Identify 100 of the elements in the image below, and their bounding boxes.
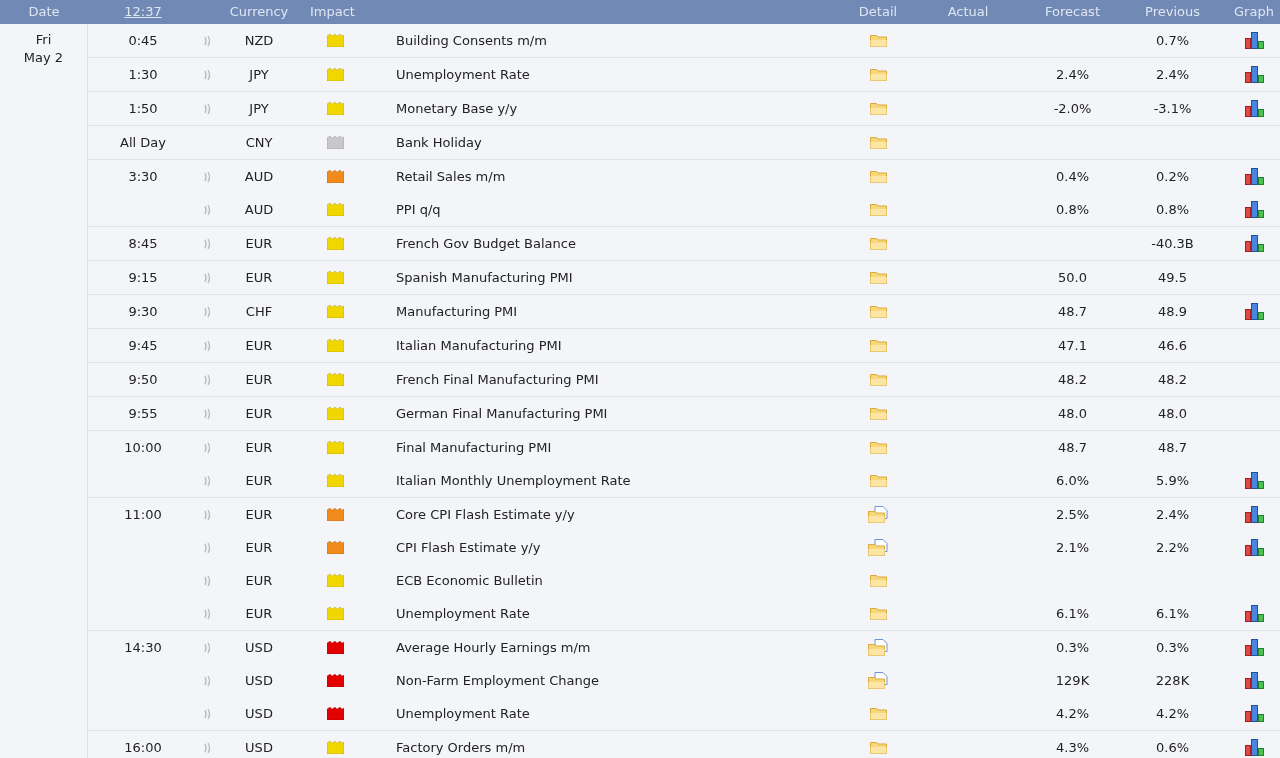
sound-icon[interactable] [204, 541, 212, 554]
folder-icon[interactable] [869, 373, 887, 386]
bar-chart-icon[interactable] [1244, 539, 1264, 556]
folder-icon[interactable] [869, 305, 887, 318]
event-title[interactable]: Bank Holiday [396, 134, 482, 150]
folder-icon[interactable] [869, 102, 887, 115]
time-cell-text: 1:50 [128, 99, 158, 118]
bar-chart-icon[interactable] [1244, 605, 1264, 622]
sound-icon[interactable] [204, 674, 212, 687]
sound-icon[interactable] [204, 305, 212, 318]
event-title[interactable]: Spanish Manufacturing PMI [396, 269, 573, 285]
event-title[interactable]: ECB Economic Bulletin [396, 572, 543, 588]
column-header: Date [28, 3, 60, 22]
folder-icon[interactable] [869, 34, 887, 47]
sound-icon[interactable] [204, 641, 212, 654]
folder-icon[interactable] [869, 607, 887, 620]
sound-icon[interactable] [204, 707, 212, 720]
folder-icon[interactable] [869, 707, 887, 720]
folder-icon[interactable] [869, 741, 887, 754]
previous-cell-text: 228K [1155, 671, 1190, 690]
forecast-cell-text: 0.8% [1056, 200, 1089, 219]
forecast-cell-text: 2.1% [1056, 538, 1089, 557]
time-cell-text: 3:30 [128, 167, 158, 186]
sound-icon[interactable] [204, 373, 212, 386]
time-cell-text: 9:55 [128, 404, 158, 423]
sound-icon[interactable] [204, 407, 212, 420]
sound-icon[interactable] [204, 741, 212, 754]
currency-cell-text: CHF [245, 302, 273, 321]
event-title[interactable]: German Final Manufacturing PMI [396, 405, 608, 421]
currency-cell-text: JPY [249, 65, 269, 84]
event-title[interactable]: French Gov Budget Balance [396, 235, 576, 251]
folder-icon[interactable] [869, 441, 887, 454]
event-title[interactable]: Italian Monthly Unemployment Rate [396, 472, 631, 488]
sound-icon[interactable] [204, 574, 212, 587]
folder-icon[interactable] [869, 237, 887, 250]
folder-document-icon[interactable] [868, 672, 888, 689]
event-title[interactable]: Manufacturing PMI [396, 303, 518, 319]
folder-icon[interactable] [869, 339, 887, 352]
sound-icon[interactable] [204, 271, 212, 284]
bar-chart-icon[interactable] [1244, 100, 1264, 117]
bar-chart-icon[interactable] [1244, 66, 1264, 83]
sound-icon[interactable] [204, 474, 212, 487]
event-title[interactable]: French Final Manufacturing PMI [396, 371, 599, 387]
event-title[interactable]: CPI Flash Estimate y/y [396, 539, 541, 555]
folder-icon[interactable] [869, 407, 887, 420]
folder-document-icon[interactable] [868, 639, 888, 656]
event-title[interactable]: PPI q/q [396, 201, 441, 217]
bar-chart-icon[interactable] [1244, 739, 1264, 756]
event-title[interactable]: Final Manufacturing PMI [396, 439, 552, 455]
previous-cell-text: -3.1% [1153, 99, 1192, 118]
event-title[interactable]: Factory Orders m/m [396, 739, 526, 755]
folder-icon[interactable] [869, 474, 887, 487]
folder-document-icon[interactable] [868, 539, 888, 556]
event-title[interactable]: Retail Sales m/m [396, 168, 506, 184]
previous-cell-text: 5.9% [1156, 471, 1189, 490]
bar-chart-icon[interactable] [1244, 32, 1264, 49]
event-title[interactable]: Unemployment Rate [396, 605, 530, 621]
bar-chart-icon[interactable] [1244, 506, 1264, 523]
folder-icon[interactable] [869, 68, 887, 81]
bar-chart-icon[interactable] [1244, 235, 1264, 252]
forecast-cell-text: 2.4% [1056, 65, 1089, 84]
event-title[interactable]: Italian Manufacturing PMI [396, 337, 562, 353]
currency-cell-text: EUR [245, 604, 273, 623]
currency-cell-text: EUR [245, 505, 273, 524]
sound-icon[interactable] [204, 508, 212, 521]
bar-chart-icon[interactable] [1244, 672, 1264, 689]
bar-chart-icon[interactable] [1244, 472, 1264, 489]
event-title[interactable]: Core CPI Flash Estimate y/y [396, 506, 575, 522]
folder-document-icon[interactable] [868, 506, 888, 523]
sound-icon[interactable] [204, 68, 212, 81]
forecast-cell-text: 6.1% [1056, 604, 1089, 623]
weekday-text: Fri [35, 31, 52, 49]
folder-icon[interactable] [869, 136, 887, 149]
sound-icon[interactable] [204, 102, 212, 115]
folder-icon[interactable] [869, 203, 887, 216]
event-title[interactable]: Monetary Base y/y [396, 100, 518, 116]
event-title[interactable]: Non-Farm Employment Change [396, 672, 600, 688]
sound-icon[interactable] [204, 237, 212, 250]
sound-icon[interactable] [204, 339, 212, 352]
bar-chart-icon[interactable] [1244, 303, 1264, 320]
sound-icon[interactable] [204, 203, 212, 216]
event-title[interactable]: Unemployment Rate [396, 705, 530, 721]
sound-icon[interactable] [204, 34, 212, 47]
forecast-cell-text: 4.3% [1056, 738, 1089, 757]
bar-chart-icon[interactable] [1244, 201, 1264, 218]
event-title[interactable]: Unemployment Rate [396, 66, 530, 82]
sound-icon[interactable] [204, 441, 212, 454]
bar-chart-icon[interactable] [1244, 168, 1264, 185]
folder-icon[interactable] [869, 170, 887, 183]
folder-icon[interactable] [869, 271, 887, 284]
folder-icon[interactable] [869, 574, 887, 587]
event-title[interactable]: Building Consents m/m [396, 32, 547, 48]
sound-icon[interactable] [204, 607, 212, 620]
forecast-cell-text: 0.3% [1056, 638, 1089, 657]
time-cell-text: 9:15 [128, 268, 158, 287]
event-title[interactable]: Average Hourly Earnings m/m [396, 639, 591, 655]
bar-chart-icon[interactable] [1244, 639, 1264, 656]
bar-chart-icon[interactable] [1244, 705, 1264, 722]
previous-cell-text: -40.3B [1151, 234, 1194, 253]
sound-icon[interactable] [204, 170, 212, 183]
